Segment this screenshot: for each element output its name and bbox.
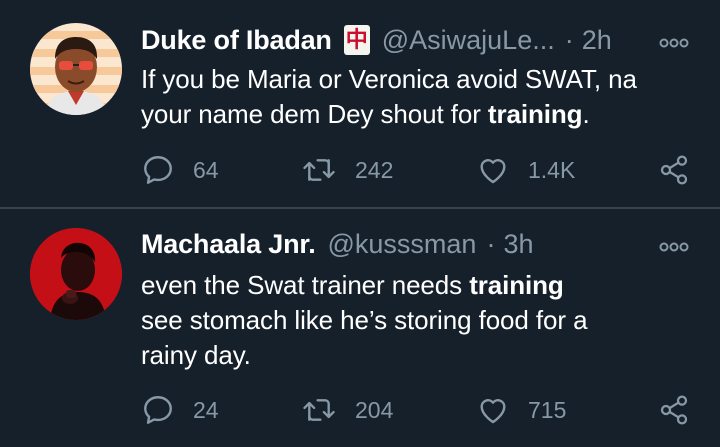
mahjong-red-dragon-icon: 中 — [343, 25, 370, 55]
separator-dot: · — [564, 25, 574, 55]
share-icon — [660, 155, 688, 185]
share-button[interactable] — [658, 390, 690, 430]
tweet-text-part: even the Swat trainer needs — [141, 270, 470, 300]
tweet-actions: 24 204 715 — [141, 390, 690, 430]
tweet-text: If you be Maria or Veronica avoid SWAT, … — [141, 62, 690, 132]
tweet-header: Duke of Ibadan 中 @AsiwajuLe... · 2h — [141, 22, 690, 58]
reply-button[interactable]: 64 — [141, 150, 219, 190]
retweet-icon — [303, 399, 335, 421]
more-options-icon[interactable] — [658, 232, 690, 256]
tweet-text-part: . — [582, 99, 590, 129]
cartoon-avatar — [30, 23, 122, 115]
timestamp[interactable]: 2h — [582, 22, 612, 58]
timestamp[interactable]: 3h — [503, 226, 533, 262]
share-button[interactable] — [658, 150, 690, 190]
tweet-text-bold: training — [487, 99, 583, 129]
avatar[interactable] — [30, 228, 122, 320]
reply-count: 64 — [193, 156, 219, 183]
reply-icon — [144, 396, 172, 424]
separator-dot: · — [486, 229, 496, 259]
share-icon — [660, 395, 688, 425]
like-button[interactable]: 715 — [476, 390, 566, 430]
more-options-icon[interactable] — [658, 28, 690, 52]
tweet[interactable]: Duke of Ibadan 中 @AsiwajuLe... · 2h If y… — [0, 0, 720, 208]
like-count: 1.4K — [528, 156, 576, 183]
heart-icon — [480, 399, 506, 424]
avatar[interactable] — [30, 23, 122, 115]
retweet-button[interactable]: 242 — [301, 150, 393, 190]
retweet-button[interactable]: 204 — [301, 390, 393, 430]
tweet-text-line: see stomach like he’s storing food for a… — [141, 305, 588, 370]
photo-avatar-red — [30, 228, 122, 320]
tweet-header: Machaala Jnr. @kusssman · 3h — [141, 226, 690, 262]
reply-icon — [144, 156, 172, 184]
tweet-actions: 64 242 1.4K — [141, 150, 690, 190]
like-button[interactable]: 1.4K — [476, 150, 575, 190]
reply-count: 24 — [193, 396, 219, 423]
tweet[interactable]: Machaala Jnr. @kusssman · 3h even the Sw… — [0, 209, 720, 447]
reply-button[interactable]: 24 — [141, 390, 219, 430]
retweet-count: 204 — [355, 396, 394, 423]
like-count: 715 — [528, 396, 567, 423]
tweet-text-bold: training — [469, 270, 564, 300]
display-name[interactable]: Machaala Jnr. — [141, 226, 316, 262]
display-name[interactable]: Duke of Ibadan — [141, 22, 332, 58]
retweet-icon — [303, 159, 335, 181]
tweet-text-line: even the Swat trainer needs training — [141, 268, 690, 303]
heart-icon — [480, 159, 506, 184]
retweet-count: 242 — [355, 156, 394, 183]
user-handle[interactable]: @AsiwajuLe... — [382, 22, 555, 58]
tweet-text: even the Swat trainer needs training see… — [141, 268, 690, 373]
user-handle[interactable]: @kusssman — [328, 226, 477, 262]
